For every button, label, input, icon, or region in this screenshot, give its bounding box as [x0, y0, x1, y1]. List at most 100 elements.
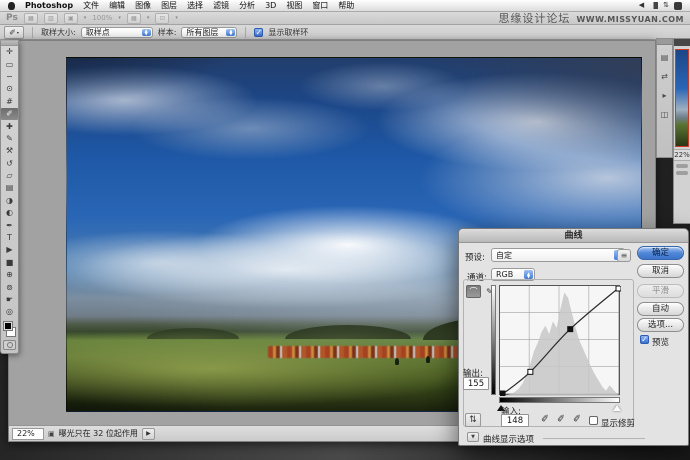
3d-rotate-tool-icon[interactable]: ⊕ — [1, 269, 18, 281]
lasso-tool-icon[interactable]: ∽ — [1, 71, 18, 83]
navigator-thumbnail[interactable] — [675, 49, 689, 147]
on-image-adjust-icon[interactable]: ⇅ — [465, 413, 481, 427]
zoom-tool-icon[interactable]: ◎ — [1, 306, 18, 318]
brush-tool-icon[interactable]: ✎ — [1, 133, 18, 145]
navigator-zoom[interactable]: 22% — [674, 149, 690, 161]
tools-palette: ✛▭∽⊙#✐✚✎⚒↺▱▤◑◐✒T▶■⊕⊚☛◎ — [0, 40, 19, 354]
gray-point-eyedropper-icon[interactable]: ✐ — [556, 413, 566, 425]
auto-button[interactable]: 自动 — [637, 302, 684, 316]
input-value-box[interactable]: 148 — [501, 414, 529, 427]
gradient-tool-icon[interactable]: ▤ — [1, 182, 18, 194]
bridge-icon[interactable]: ▦ — [24, 13, 38, 24]
menu-filter[interactable]: 滤镜 — [213, 0, 229, 11]
ps-logo: Ps — [6, 13, 18, 23]
menu-analysis[interactable]: 分析 — [239, 0, 255, 11]
3d-orbit-tool-icon[interactable]: ⊚ — [1, 281, 18, 293]
dodge-tool-icon[interactable]: ◐ — [1, 207, 18, 219]
output-gradient-bar — [491, 285, 496, 395]
dock-header[interactable] — [657, 39, 672, 45]
options-button[interactable]: 选项... — [637, 318, 684, 332]
black-point-eyedropper-icon[interactable]: ✐ — [540, 413, 550, 425]
clone-stamp-tool-icon[interactable]: ⚒ — [1, 145, 18, 157]
healing-brush-tool-icon[interactable]: ✚ — [1, 120, 18, 132]
cancel-button[interactable]: 取消 — [637, 264, 684, 278]
panel-icon-swap[interactable]: ⇄ — [657, 69, 672, 83]
type-tool-icon[interactable]: T — [1, 232, 18, 244]
edit-points-icon[interactable]: ⌒ — [466, 285, 481, 298]
menu-3d[interactable]: 3D — [265, 1, 276, 10]
screen-mode-icon[interactable]: ⊡ — [155, 13, 169, 24]
crop-tool-icon[interactable]: # — [1, 96, 18, 108]
preset-select[interactable]: 自定 ▲▼ — [491, 248, 625, 262]
white-point-eyedropper-icon[interactable]: ✐ — [572, 413, 582, 425]
status-info-icon: ▣ — [48, 430, 55, 438]
show-sampling-ring-checkbox[interactable]: ✓ — [254, 28, 263, 37]
show-clipping-checkbox[interactable] — [589, 416, 598, 425]
status-zoom-field[interactable]: 22% — [12, 428, 44, 440]
panel-dock-strip: ▤ ⇄ ▸ ◫ — [656, 38, 673, 158]
menu-image[interactable]: 图像 — [135, 0, 151, 11]
input-gradient-bar — [499, 397, 620, 403]
quick-selection-tool-icon[interactable]: ⊙ — [1, 83, 18, 95]
sample-select[interactable]: 所有图层 ▲▼ — [181, 27, 237, 38]
menu-select[interactable]: 选择 — [187, 0, 203, 11]
color-swatches[interactable] — [1, 321, 18, 337]
history-brush-tool-icon[interactable]: ↺ — [1, 158, 18, 170]
highlight-input-slider[interactable] — [613, 405, 621, 411]
status-menu-button[interactable]: ▶ — [142, 428, 155, 440]
panel-icon-actions[interactable]: ▸ — [657, 88, 672, 102]
eyedropper-tool-icon[interactable]: ✐ — [1, 108, 18, 120]
arrange-documents-icon[interactable]: ▦ — [127, 13, 141, 24]
move-tool-icon[interactable]: ✛ — [1, 46, 18, 58]
shape-tool-icon[interactable]: ■ — [1, 257, 18, 269]
panel-icon-layers[interactable]: ◫ — [657, 107, 672, 121]
input-method-icon[interactable] — [674, 2, 682, 10]
output-value-box[interactable]: 155 — [463, 377, 489, 390]
wifi-icon[interactable] — [649, 2, 658, 9]
panel-row[interactable] — [676, 164, 688, 168]
histogram — [500, 293, 621, 397]
eyedropper-preset-icon[interactable]: ✐▾ — [4, 26, 24, 39]
panel-icon-histogram[interactable]: ▤ — [657, 50, 672, 64]
volume-icon[interactable]: ◀ — [639, 2, 644, 9]
view-extras-icon[interactable]: ▣ — [64, 13, 78, 24]
apple-menu-icon[interactable] — [8, 2, 15, 10]
arrows-icon[interactable]: ⇅ — [663, 2, 669, 9]
curve-display-options-label: 曲线显示选项 — [483, 433, 534, 445]
ok-button[interactable]: 确定 — [637, 246, 684, 260]
preset-options-button[interactable]: ≡ — [617, 249, 631, 262]
eraser-tool-icon[interactable]: ▱ — [1, 170, 18, 182]
menu-view[interactable]: 视图 — [286, 0, 302, 11]
curve-point — [528, 369, 533, 374]
menu-file[interactable]: 文件 — [83, 0, 99, 11]
dialog-title[interactable]: 曲线 — [459, 229, 688, 243]
stepper-icon: ▲▼ — [524, 270, 533, 279]
stepper-icon: ▲▼ — [226, 29, 235, 36]
smooth-button[interactable]: 平滑 — [637, 284, 684, 298]
path-select-tool-icon[interactable]: ▶ — [1, 244, 18, 256]
menu-help[interactable]: 帮助 — [338, 0, 354, 11]
extras-icon[interactable]: ▥ — [44, 13, 58, 24]
menu-edit[interactable]: 编辑 — [109, 0, 125, 11]
menu-photoshop[interactable]: Photoshop — [25, 1, 73, 10]
sample-size-select[interactable]: 取样点 ▲▼ — [81, 27, 153, 38]
disclosure-triangle-icon[interactable]: ▼ — [467, 432, 479, 442]
sample-size-label: 取样大小: — [41, 27, 76, 38]
marquee-tool-icon[interactable]: ▭ — [1, 58, 18, 70]
hill — [285, 325, 411, 339]
curve-point-selected — [568, 327, 573, 332]
foreground-color-swatch[interactable] — [3, 321, 13, 331]
watermark-site-name: 思缘设计论坛 — [498, 10, 570, 26]
menu-window[interactable]: 窗口 — [312, 0, 328, 11]
hand-tool-icon[interactable]: ☛ — [1, 294, 18, 306]
blur-tool-icon[interactable]: ◑ — [1, 195, 18, 207]
quick-mask-button[interactable] — [3, 340, 16, 350]
curve-grid[interactable] — [499, 285, 620, 395]
preview-checkbox[interactable]: ✓ — [640, 335, 649, 344]
pen-tool-icon[interactable]: ✒ — [1, 219, 18, 231]
panel-tab-bar[interactable] — [674, 39, 690, 46]
menu-layer[interactable]: 图层 — [161, 0, 177, 11]
hill — [147, 328, 239, 339]
app-zoom-level[interactable]: 100% — [92, 14, 112, 22]
panel-row[interactable] — [676, 171, 688, 175]
